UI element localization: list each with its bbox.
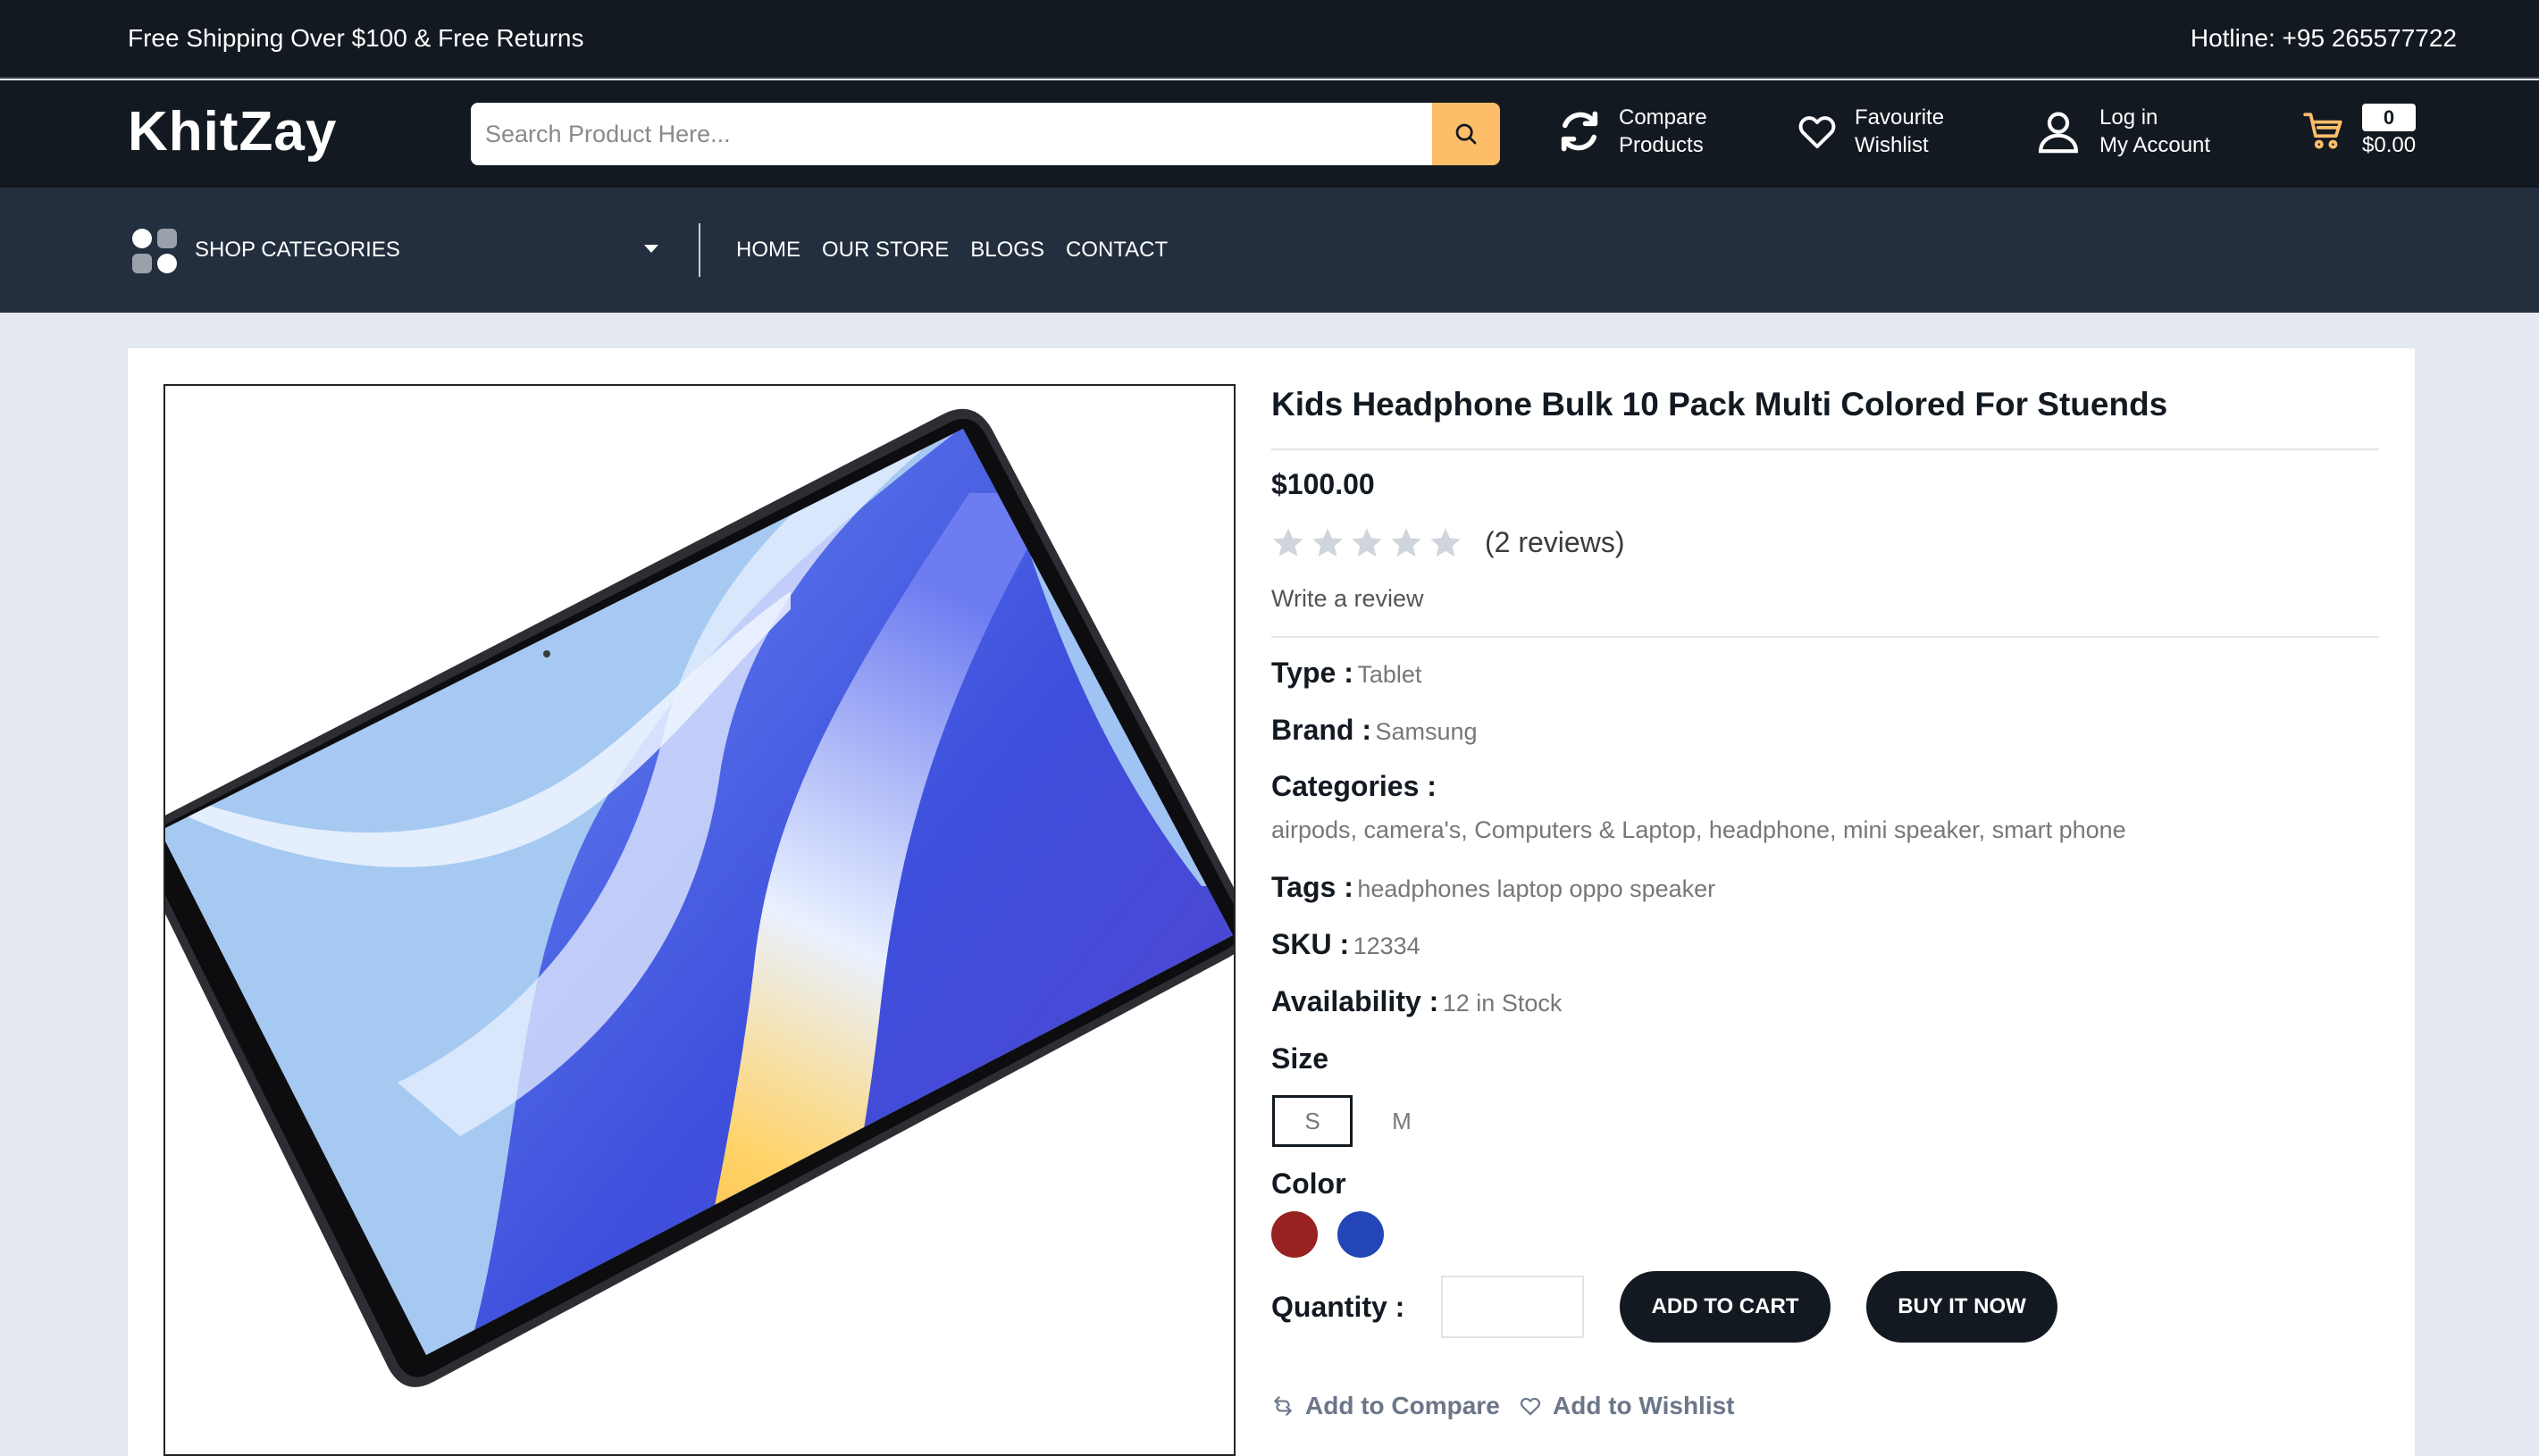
product-image[interactable]: [163, 384, 1236, 1456]
color-swatch-red[interactable]: [1271, 1211, 1318, 1258]
shop-categories-dropdown[interactable]: SHOP CATEGORIES: [195, 238, 400, 263]
account-line2: My Account: [2099, 133, 2211, 157]
tags-value: headphones laptop oppo speaker: [1357, 875, 1716, 902]
category-nav: SHOP CATEGORIES HOME OUR STORE BLOGS CON…: [0, 188, 2539, 313]
promo-text: Free Shipping Over $100 & Free Returns: [128, 24, 584, 52]
site-logo[interactable]: KhitZay: [128, 100, 337, 163]
heart-icon: [1798, 116, 1836, 148]
categories-row: Categories :: [1271, 770, 1437, 803]
color-label: Color: [1271, 1167, 1346, 1200]
heart-outline-icon: [1521, 1397, 1541, 1416]
type-value: Tablet: [1357, 661, 1422, 688]
divider: [1271, 636, 2379, 638]
availability-value: 12 in Stock: [1442, 990, 1563, 1017]
size-option-s[interactable]: S: [1272, 1095, 1353, 1147]
search-icon: [1455, 123, 1477, 145]
tablet-illustration: [165, 408, 1234, 1387]
wishlist-line1: Favourite: [1855, 105, 1945, 130]
sku-label: SKU :: [1271, 928, 1350, 960]
buy-it-now-button[interactable]: BUY IT NOW: [1866, 1271, 2057, 1343]
add-to-wishlist-link[interactable]: Add to Wishlist: [1519, 1392, 1735, 1420]
brand-value: Samsung: [1375, 718, 1478, 745]
product-title: Kids Headphone Bulk 10 Pack Multi Colore…: [1271, 386, 2168, 423]
add-to-compare-link[interactable]: Add to Compare: [1271, 1392, 1500, 1420]
cart-icon: [2303, 112, 2342, 149]
compare-line2: Products: [1619, 133, 1704, 157]
star-rating: [1270, 525, 1463, 561]
type-label: Type :: [1271, 657, 1353, 689]
divider: [1271, 448, 2379, 450]
size-option-m[interactable]: M: [1362, 1095, 1442, 1147]
nav-contact[interactable]: CONTACT: [1066, 238, 1168, 263]
star-icon: [1273, 528, 1303, 556]
main-menu: HOME OUR STORE BLOGS CONTACT: [736, 238, 1168, 263]
add-to-cart-button[interactable]: ADD TO CART: [1620, 1271, 1831, 1343]
hotline-text: Hotline: +95 265577722: [2190, 24, 2457, 52]
compare-arrows-icon: [1274, 1396, 1292, 1416]
product-price: $100.00: [1271, 468, 1375, 500]
account-line1: Log in: [2099, 105, 2158, 130]
quantity-row: Quantity :: [1271, 1291, 1404, 1324]
quantity-input[interactable]: [1441, 1276, 1584, 1338]
categories-value: airpods, camera's, Computers & Laptop, h…: [1271, 816, 2126, 843]
tags-label: Tags :: [1271, 871, 1353, 903]
refresh-icon: [1561, 111, 1598, 152]
cart-total: $0.00: [2362, 133, 2417, 157]
compare-line1: Compare: [1619, 105, 1707, 130]
star-icon: [1352, 528, 1382, 556]
favourite-wishlist-link[interactable]: Favourite Wishlist: [1796, 104, 1944, 159]
cart-count-badge: 0: [2362, 104, 2417, 131]
add-to-wishlist-label: Add to Wishlist: [1553, 1392, 1735, 1419]
nav-blogs[interactable]: BLOGS: [970, 238, 1044, 263]
size-heading: Size: [1271, 1042, 1328, 1075]
compare-products-link[interactable]: Compare Products: [1556, 104, 1707, 159]
review-count[interactable]: (2 reviews): [1485, 526, 1624, 559]
star-icon: [1391, 528, 1421, 556]
nav-home[interactable]: HOME: [736, 238, 800, 263]
nav-our-store[interactable]: OUR STORE: [822, 238, 949, 263]
sku-row: SKU : 12334: [1271, 928, 1420, 961]
write-review-link[interactable]: Write a review: [1271, 585, 1424, 613]
search-bar: [471, 103, 1500, 165]
add-to-compare-label: Add to Compare: [1305, 1392, 1500, 1419]
categories-label: Categories :: [1271, 770, 1437, 802]
top-strip: Free Shipping Over $100 & Free Returns H…: [0, 0, 2539, 79]
tags-row: Tags : headphones laptop oppo speaker: [1271, 871, 1715, 904]
main-header: KhitZay Compare Products Favourite Wishl…: [0, 80, 2539, 188]
brand-label: Brand :: [1271, 714, 1371, 746]
color-swatch-blue[interactable]: [1337, 1211, 1384, 1258]
user-icon: [2039, 112, 2078, 154]
star-icon: [1430, 528, 1461, 556]
wishlist-line2: Wishlist: [1855, 133, 1929, 157]
sku-value: 12334: [1353, 933, 1420, 959]
quantity-label: Quantity :: [1271, 1291, 1405, 1323]
brand-row: Brand : Samsung: [1271, 714, 1478, 747]
search-button[interactable]: [1432, 103, 1500, 165]
nav-divider: [699, 223, 700, 277]
availability-row: Availability : 12 in Stock: [1271, 985, 1562, 1018]
color-heading: Color: [1271, 1167, 1346, 1201]
size-label: Size: [1271, 1042, 1329, 1075]
chevron-down-icon[interactable]: [644, 245, 658, 253]
availability-label: Availability :: [1271, 985, 1439, 1017]
star-icon: [1312, 528, 1343, 556]
search-input[interactable]: [471, 103, 1432, 165]
account-link[interactable]: Log in My Account: [2033, 104, 2210, 159]
type-row: Type : Tablet: [1271, 657, 1421, 690]
grid-icon: [132, 229, 177, 273]
cart-link[interactable]: 0 $0.00: [2301, 104, 2416, 158]
